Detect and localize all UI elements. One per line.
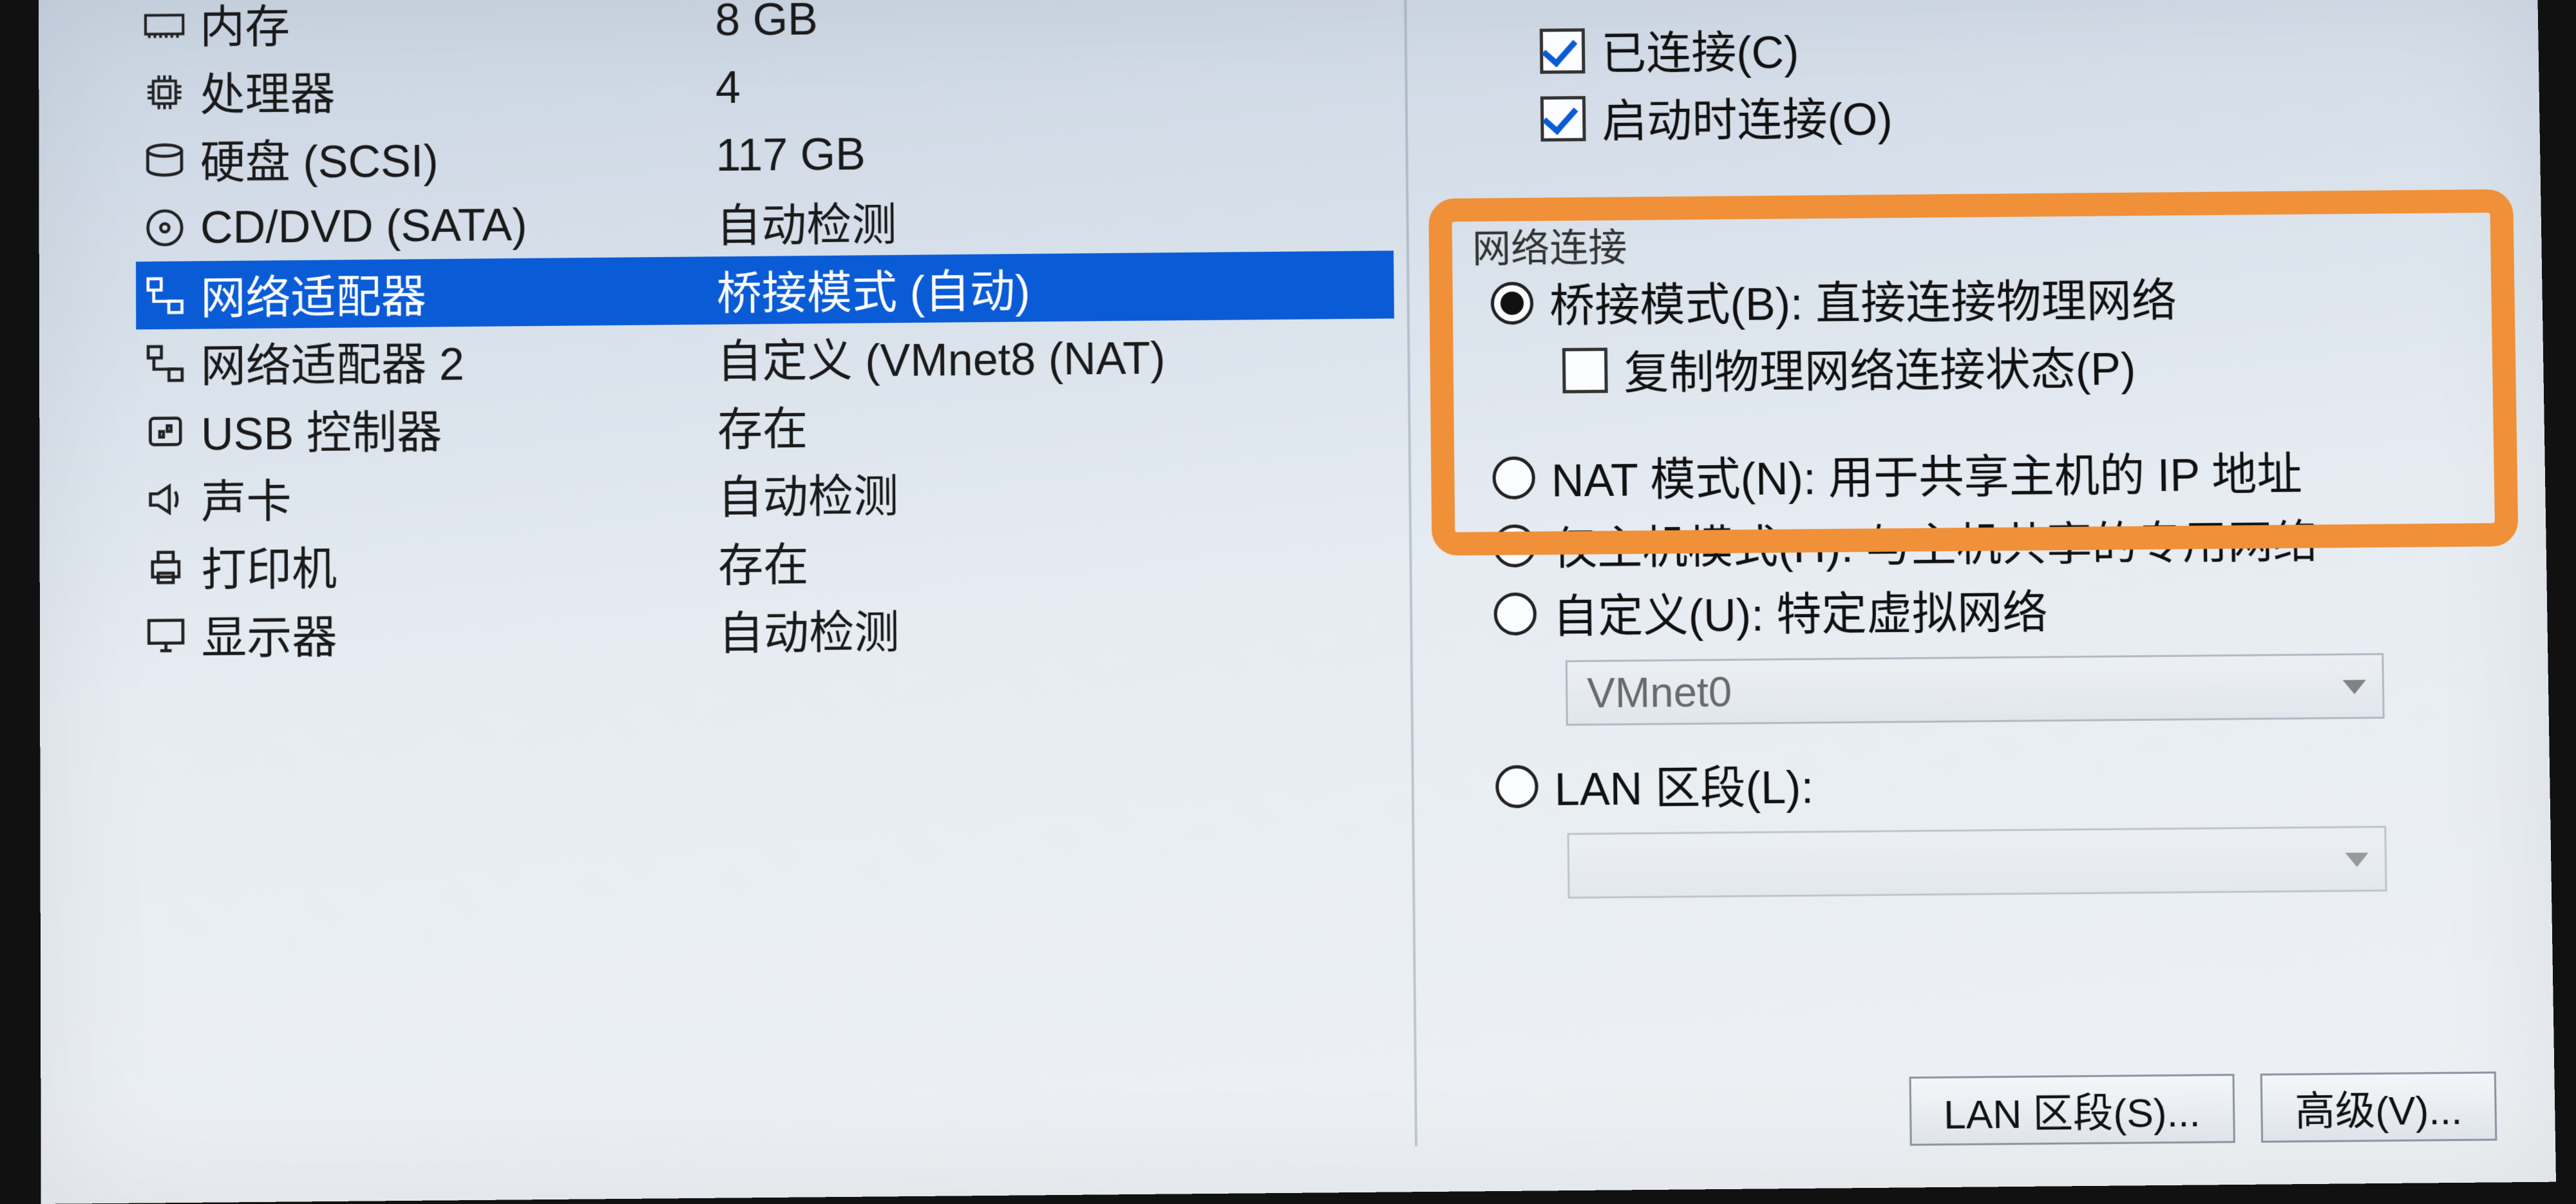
- pane-divider: [1404, 0, 1417, 1146]
- hw-name: 网络适配器: [200, 258, 717, 327]
- hw-value: 桥接模式 (自动): [716, 255, 1030, 323]
- hw-value: 存在: [718, 529, 809, 595]
- hw-value: 存在: [717, 393, 808, 459]
- hostonly-label: 仅主机模式(H): 与主机共享的专用网络: [1551, 506, 2318, 578]
- custom-network-combo[interactable]: VMnet0: [1566, 653, 2385, 726]
- hw-value: 4: [715, 61, 741, 113]
- hostonly-mode-radio[interactable]: 仅主机模式(H): 与主机共享的专用网络: [1493, 503, 2514, 580]
- hw-name: 打印机: [201, 530, 718, 600]
- advanced-button[interactable]: 高级(V)...: [2260, 1071, 2497, 1142]
- replicate-label: 复制物理网络连接状态(P): [1624, 332, 2136, 402]
- hw-row-network-adapter[interactable]: 网络适配器 桥接模式 (自动): [136, 251, 1394, 329]
- hw-row-network-adapter-2[interactable]: 网络适配器 2 自定义 (VMnet8 (NAT): [136, 318, 1395, 397]
- network-icon: [136, 334, 194, 392]
- hw-name: 显示器: [202, 598, 719, 668]
- hw-row-display[interactable]: 显示器 自动检测: [137, 590, 1397, 669]
- radio-icon: [1491, 282, 1534, 325]
- button-label: LAN 区段(S)...: [1943, 1080, 2201, 1141]
- checkbox-icon: [1562, 347, 1608, 393]
- lan-segment-radio[interactable]: LAN 区段(L):: [1495, 743, 2518, 821]
- usb-icon: [137, 402, 194, 461]
- button-label: 高级(V)...: [2295, 1077, 2463, 1137]
- group-title: 网络连接: [1464, 216, 1635, 274]
- hw-row-hdd[interactable]: 硬盘 (SCSI) 117 GB: [135, 115, 1392, 194]
- hw-value: 自定义 (VMnet8 (NAT): [717, 322, 1166, 391]
- hdd-icon: [136, 130, 194, 189]
- lan-segment-combo[interactable]: [1567, 826, 2387, 899]
- hardware-list: 内存 8 GB 处理器 4 硬盘 (SCSI) 117 GB CD/DVD (S…: [135, 0, 1397, 669]
- memory-icon: [135, 0, 193, 53]
- hw-value: 自动检测: [718, 596, 900, 663]
- lan-segments-button[interactable]: LAN 区段(S)...: [1909, 1074, 2235, 1146]
- connected-label: 已连接(C): [1601, 16, 1799, 83]
- combo-value: VMnet0: [1587, 667, 1732, 718]
- replicate-state-checkbox[interactable]: 复制物理网络连接状态(P): [1562, 328, 2512, 404]
- printer-icon: [137, 538, 195, 597]
- nat-mode-radio[interactable]: NAT 模式(N): 用于共享主机的 IP 地址: [1492, 435, 2513, 511]
- radio-icon: [1492, 456, 1535, 499]
- hw-row-printer[interactable]: 打印机 存在: [137, 522, 1397, 602]
- disc-icon: [136, 198, 194, 257]
- lan-segment-label: LAN 区段(L):: [1554, 751, 1814, 819]
- hw-name: 网络适配器 2: [200, 326, 717, 396]
- hw-name: 处理器: [200, 55, 715, 124]
- checkbox-icon: [1540, 28, 1586, 73]
- hw-name: 硬盘 (SCSI): [200, 122, 716, 192]
- hw-name: 声卡: [201, 462, 718, 532]
- network-icon: [136, 266, 194, 325]
- hw-value: 117 GB: [715, 128, 866, 180]
- connected-checkbox-row[interactable]: 已连接(C): [1540, 9, 2507, 85]
- hw-row-sound[interactable]: 声卡 自动检测: [137, 454, 1396, 533]
- radio-icon: [1493, 524, 1536, 567]
- cpu-icon: [135, 62, 193, 121]
- connect-at-poweron-checkbox-row[interactable]: 启动时连接(O): [1540, 77, 2508, 153]
- chevron-down-icon: [2343, 680, 2366, 694]
- hw-row-cddvd[interactable]: CD/DVD (SATA) 自动检测: [136, 183, 1394, 262]
- hw-value: 自动检测: [716, 189, 897, 256]
- hw-value: 8 GB: [715, 0, 818, 45]
- radio-icon: [1495, 765, 1539, 808]
- custom-label: 自定义(U): 特定虚拟网络: [1552, 577, 2048, 646]
- speaker-icon: [137, 470, 194, 528]
- settings-pane: 已连接(C) 启动时连接(O) 网络连接 桥接模式(B): 直接连接物理网络 复…: [1443, 0, 2519, 900]
- custom-mode-radio[interactable]: 自定义(U): 特定虚拟网络: [1493, 571, 2515, 648]
- hw-name: CD/DVD (SATA): [200, 197, 716, 253]
- checkbox-icon: [1540, 96, 1586, 142]
- hw-name: 内存: [200, 0, 715, 57]
- hw-row-usb[interactable]: USB 控制器 存在: [137, 387, 1396, 466]
- connect-at-poweron-label: 启动时连接(O): [1602, 83, 1893, 151]
- hw-value: 自动检测: [717, 460, 898, 527]
- hw-name: USB 控制器: [201, 394, 717, 463]
- hw-row-cpu[interactable]: 处理器 4: [135, 48, 1392, 126]
- network-connection-group: 网络连接 桥接模式(B): 直接连接物理网络 复制物理网络连接状态(P) NAT…: [1445, 234, 2519, 900]
- chevron-down-icon: [2345, 853, 2369, 868]
- nat-mode-label: NAT 模式(N): 用于共享主机的 IP 地址: [1551, 438, 2302, 510]
- bridge-mode-radio[interactable]: 桥接模式(B): 直接连接物理网络: [1490, 260, 2510, 337]
- bridge-mode-label: 桥接模式(B): 直接连接物理网络: [1549, 265, 2177, 336]
- radio-icon: [1493, 592, 1537, 635]
- monitor-icon: [137, 606, 195, 664]
